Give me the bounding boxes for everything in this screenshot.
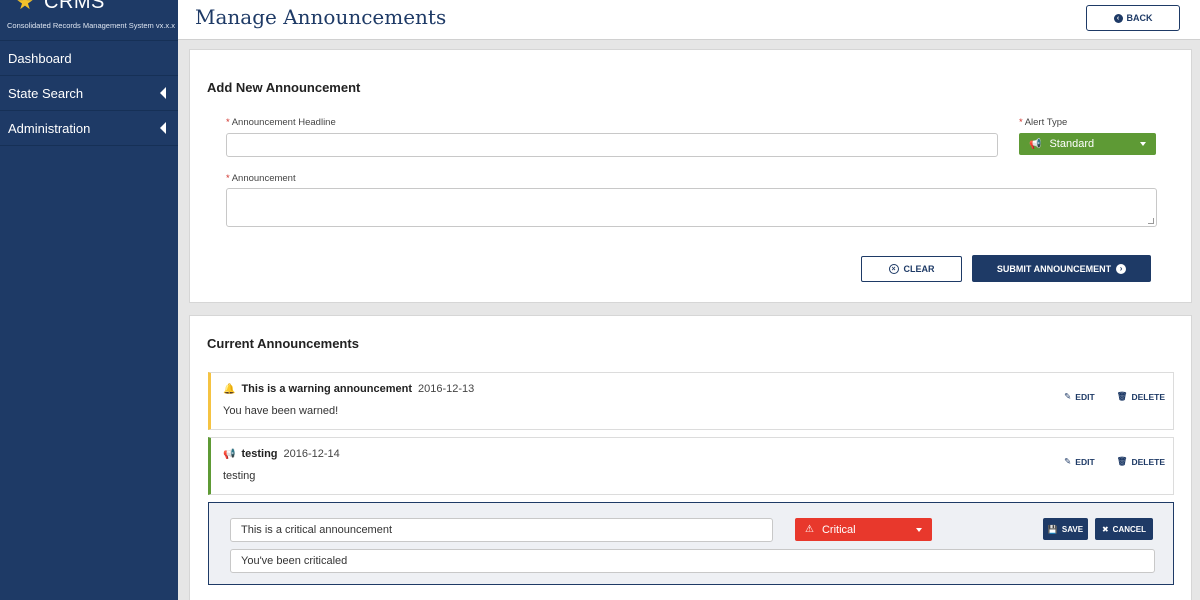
edit-headline-input[interactable]: This is a critical announcement — [230, 518, 773, 542]
save-button-label: SAVE — [1061, 524, 1084, 534]
trash-icon: 🗑 — [1116, 391, 1128, 401]
announcement-date: 2016-12-14 — [283, 448, 340, 460]
resize-handle[interactable] — [1148, 218, 1154, 224]
arrow-right-circle-icon: › — [1116, 263, 1127, 274]
sidebar-item-label: State Search — [8, 85, 84, 101]
headline-label: * Announcement Headline — [226, 117, 336, 128]
caret-left-icon — [160, 87, 166, 99]
alert-type-value: Standard — [1049, 138, 1095, 150]
alert-type-label: * Alert Type — [1019, 117, 1068, 128]
announcement-headline: This is a warning announcement — [241, 383, 412, 395]
dropdown-caret-icon — [916, 527, 922, 532]
add-announcement-title: Add New Announcement — [207, 80, 361, 95]
edit-alert-type-select[interactable]: ⚠ Critical — [795, 518, 932, 541]
clear-button[interactable]: × CLEAR — [861, 256, 962, 282]
announcement-headline-row: 🔔 This is a warning announcement 2016-12… — [223, 383, 474, 395]
sidebar-item-label: Administration — [8, 120, 91, 136]
warning-triangle-icon: ⚠ — [805, 524, 814, 535]
brand: ★ CRMS Consolidated Records Management S… — [0, 0, 178, 41]
headline-input[interactable] — [226, 133, 998, 157]
announcement-actions: ✎ EDIT 🗑 DELETE — [1064, 391, 1165, 402]
trash-icon: 🗑 — [1116, 456, 1128, 466]
bell-icon: 🔔 — [223, 383, 236, 395]
announcement-item: 📢 testing 2016-12-14 testing ✎ EDIT 🗑 DELE… — [208, 437, 1174, 495]
sidebar-item-dashboard[interactable]: Dashboard — [0, 41, 178, 76]
submit-button-label: SUBMIT ANNOUNCEMENT — [996, 263, 1112, 274]
required-mark: * — [1019, 117, 1023, 128]
announcement-label: * Announcement — [226, 173, 296, 184]
required-mark: * — [226, 173, 230, 184]
page-title: Manage Announcements — [195, 5, 447, 29]
clear-circle-icon: × — [888, 264, 899, 274]
alert-type-select[interactable]: 📢 Standard — [1019, 133, 1156, 155]
delete-button[interactable]: 🗑 DELETE — [1117, 391, 1165, 402]
caret-left-icon — [160, 122, 166, 134]
close-icon: ✖ — [1101, 524, 1109, 534]
announcement-body: testing — [223, 470, 256, 482]
announcement-textarea[interactable] — [226, 188, 1157, 227]
sidebar-item-state-search[interactable]: State Search — [0, 76, 178, 111]
save-disk-icon: 💾 — [1047, 524, 1058, 534]
clear-button-label: CLEAR — [903, 264, 935, 274]
edit-body-input[interactable]: You've been criticaled — [230, 549, 1155, 573]
announcement-actions: ✎ EDIT 🗑 DELETE — [1064, 456, 1165, 467]
submit-announcement-button[interactable]: SUBMIT ANNOUNCEMENT › — [972, 255, 1151, 282]
dropdown-caret-icon — [1140, 142, 1146, 146]
current-announcements-card: Current Announcements 🔔 This is a warnin… — [189, 315, 1192, 600]
delete-button[interactable]: 🗑 DELETE — [1117, 456, 1165, 467]
brand-subtitle: Consolidated Records Management System v… — [7, 21, 175, 30]
back-button[interactable]: ‹ BACK — [1086, 5, 1180, 31]
announcement-edit-row: This is a critical announcement ⚠ Critic… — [208, 502, 1174, 585]
current-announcements-title: Current Announcements — [207, 336, 359, 351]
edit-button[interactable]: ✎ EDIT — [1064, 391, 1095, 402]
sidebar-item-administration[interactable]: Administration — [0, 111, 178, 146]
save-button[interactable]: 💾 SAVE — [1043, 518, 1088, 540]
announcement-body: You have been warned! — [223, 405, 339, 417]
back-arrow-icon: ‹ — [1113, 13, 1123, 23]
pencil-icon: ✎ — [1064, 391, 1072, 401]
announcement-item: 🔔 This is a warning announcement 2016-12… — [208, 372, 1174, 430]
sidebar-item-label: Dashboard — [8, 50, 72, 66]
star-icon: ★ — [16, 0, 34, 14]
edit-alert-type-value: Critical — [821, 523, 856, 536]
megaphone-icon: 📢 — [223, 448, 236, 460]
page-header: Manage Announcements ‹ BACK — [178, 0, 1200, 40]
brand-logo: CRMS — [44, 0, 105, 13]
cancel-button[interactable]: ✖ CANCEL — [1095, 518, 1153, 540]
cancel-button-label: CANCEL — [1112, 524, 1147, 534]
announcement-date: 2016-12-13 — [417, 383, 475, 395]
announcement-headline-row: 📢 testing 2016-12-14 — [223, 448, 340, 460]
back-button-label: BACK — [1126, 13, 1153, 23]
megaphone-icon: 📢 — [1029, 138, 1042, 150]
edit-button[interactable]: ✎ EDIT — [1064, 456, 1095, 467]
add-announcement-card: Add New Announcement * Announcement Headl… — [189, 49, 1192, 303]
announcement-headline: testing — [241, 448, 278, 460]
pencil-icon: ✎ — [1064, 456, 1072, 466]
required-mark: * — [226, 117, 230, 128]
sidebar: ★ CRMS Consolidated Records Management S… — [0, 0, 178, 600]
